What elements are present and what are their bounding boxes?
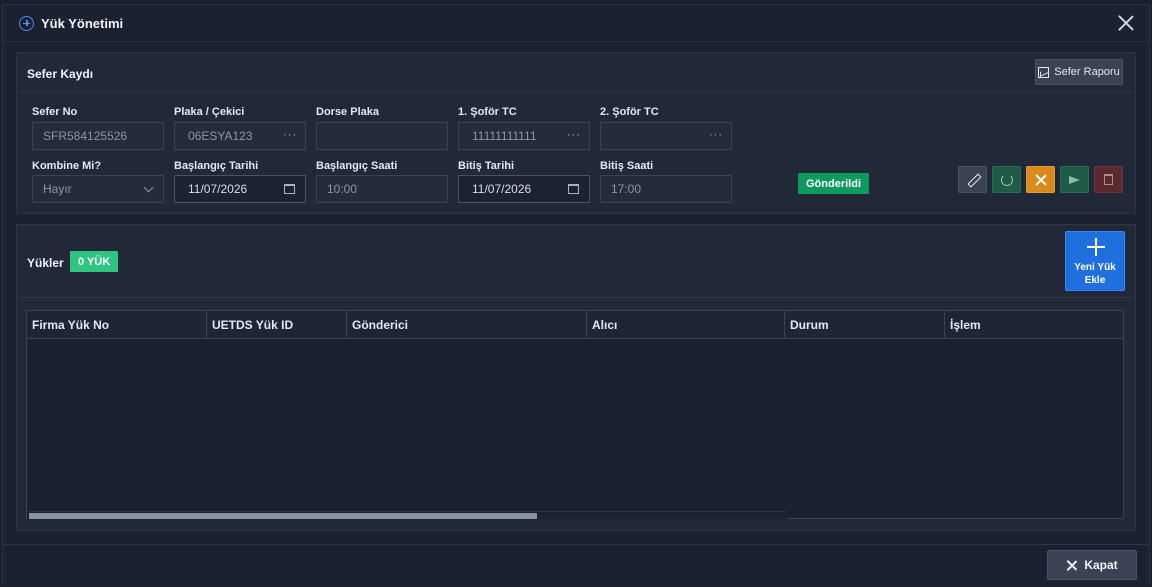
start-date-value: 11/07/2026 [188, 182, 248, 196]
sefer-no-value: SFR584125526 [43, 129, 128, 143]
sofor2-field[interactable]: ··· [600, 122, 732, 150]
send-button[interactable] [1060, 166, 1089, 193]
bas-saat-label: Başlangıç Saati [316, 160, 398, 172]
sofor1-value: 11111111111 [472, 129, 537, 143]
plaka-field[interactable]: 06ESYA123 ··· [174, 122, 306, 150]
bit-saat-label: Bitiş Saati [600, 160, 654, 172]
loads-header: Yükler 0 YÜK Yeni Yük Ekle [17, 225, 1135, 298]
column-header[interactable]: Firma Yük No [27, 311, 207, 339]
plaka-label: Plaka / Çekici [174, 106, 245, 118]
add-load-label: Yeni Yük Ekle [1074, 262, 1116, 286]
calendar-icon[interactable] [568, 184, 579, 194]
bas-tarih-label: Başlangıç Tarihi [174, 160, 259, 172]
plus-icon [1087, 238, 1105, 256]
edit-button[interactable] [958, 166, 987, 193]
refresh-icon [1000, 173, 1013, 186]
load-management-dialog: Yük Yönetimi Sefer Kaydı Sefer Raporu Se… [2, 4, 1150, 586]
sefer-no-field: SFR584125526 [32, 122, 164, 150]
column-header[interactable]: İşlem [945, 311, 1123, 339]
sofor2-label: 2. Şoför TC [600, 106, 659, 118]
kombine-select[interactable]: Hayır [32, 175, 164, 203]
sofor1-more-icon[interactable]: ··· [567, 129, 581, 141]
start-time-field[interactable]: 10:00 [316, 175, 448, 203]
dialog-footer: Kapat [3, 544, 1149, 586]
column-header[interactable]: UETDS Yük ID [207, 311, 347, 339]
bit-tarih-label: Bitiş Tarihi [458, 160, 515, 172]
loads-panel: Yükler 0 YÜK Yeni Yük Ekle Firma Yük No … [16, 224, 1136, 531]
end-date-field[interactable]: 11/07/2026 [458, 175, 590, 203]
start-time-value: 10:00 [327, 182, 358, 196]
loads-table-header: Firma Yük No UETDS Yük ID Gönderici Alıc… [27, 311, 1123, 339]
status-badge: Gönderildi [798, 173, 869, 194]
close-icon [1066, 560, 1077, 571]
calendar-icon[interactable] [284, 184, 295, 194]
sofor1-field[interactable]: 11111111111 ··· [458, 122, 590, 150]
trip-record-title: Sefer Kaydı [27, 67, 94, 81]
end-time-value: 17:00 [611, 182, 642, 196]
dialog-titlebar: Yük Yönetimi [3, 5, 1149, 42]
loads-table: Firma Yük No UETDS Yük ID Gönderici Alıc… [26, 310, 1124, 519]
kombine-label: Kombine Mi? [32, 160, 102, 172]
trip-record-header: Sefer Kaydı Sefer Raporu [17, 53, 1135, 93]
plaka-value: 06ESYA123 [188, 129, 253, 143]
column-header[interactable]: Gönderici [347, 311, 587, 339]
dorse-label: Dorse Plaka [316, 106, 379, 118]
start-date-field[interactable]: 11/07/2026 [174, 175, 306, 203]
plaka-more-icon[interactable]: ··· [283, 129, 297, 141]
add-circle-icon [19, 16, 34, 31]
cancel-button[interactable] [1026, 166, 1055, 193]
close-dialog-button[interactable]: Kapat [1047, 550, 1137, 580]
loads-title: Yükler [27, 256, 64, 270]
close-icon [1035, 174, 1047, 186]
column-header[interactable]: Alıcı [587, 311, 785, 339]
pencil-icon [967, 174, 979, 186]
trash-icon [1104, 174, 1113, 185]
close-icon[interactable] [1117, 14, 1135, 32]
kombine-value: Hayır [43, 182, 72, 196]
load-count-badge: 0 YÜK [70, 251, 119, 272]
sofor1-label: 1. Şoför TC [458, 106, 517, 118]
end-date-value: 11/07/2026 [472, 182, 532, 196]
trip-report-button[interactable]: Sefer Raporu [1035, 59, 1123, 85]
delete-button[interactable] [1094, 166, 1123, 193]
trip-report-label: Sefer Raporu [1054, 66, 1120, 78]
send-icon [1069, 175, 1080, 184]
refresh-button[interactable] [992, 166, 1021, 193]
end-time-field[interactable]: 17:00 [600, 175, 732, 203]
scrollbar-thumb[interactable] [29, 513, 537, 519]
add-load-button[interactable]: Yeni Yük Ekle [1065, 231, 1125, 291]
horizontal-scrollbar[interactable] [27, 511, 787, 519]
sefer-no-label: Sefer No [32, 106, 78, 118]
close-dialog-label: Kapat [1084, 558, 1118, 572]
sofor2-more-icon[interactable]: ··· [709, 129, 723, 141]
chart-icon [1038, 66, 1050, 78]
chevron-down-icon [143, 182, 154, 193]
column-header[interactable]: Durum [785, 311, 945, 339]
dialog-title: Yük Yönetimi [41, 16, 124, 31]
dorse-field[interactable] [316, 122, 448, 150]
